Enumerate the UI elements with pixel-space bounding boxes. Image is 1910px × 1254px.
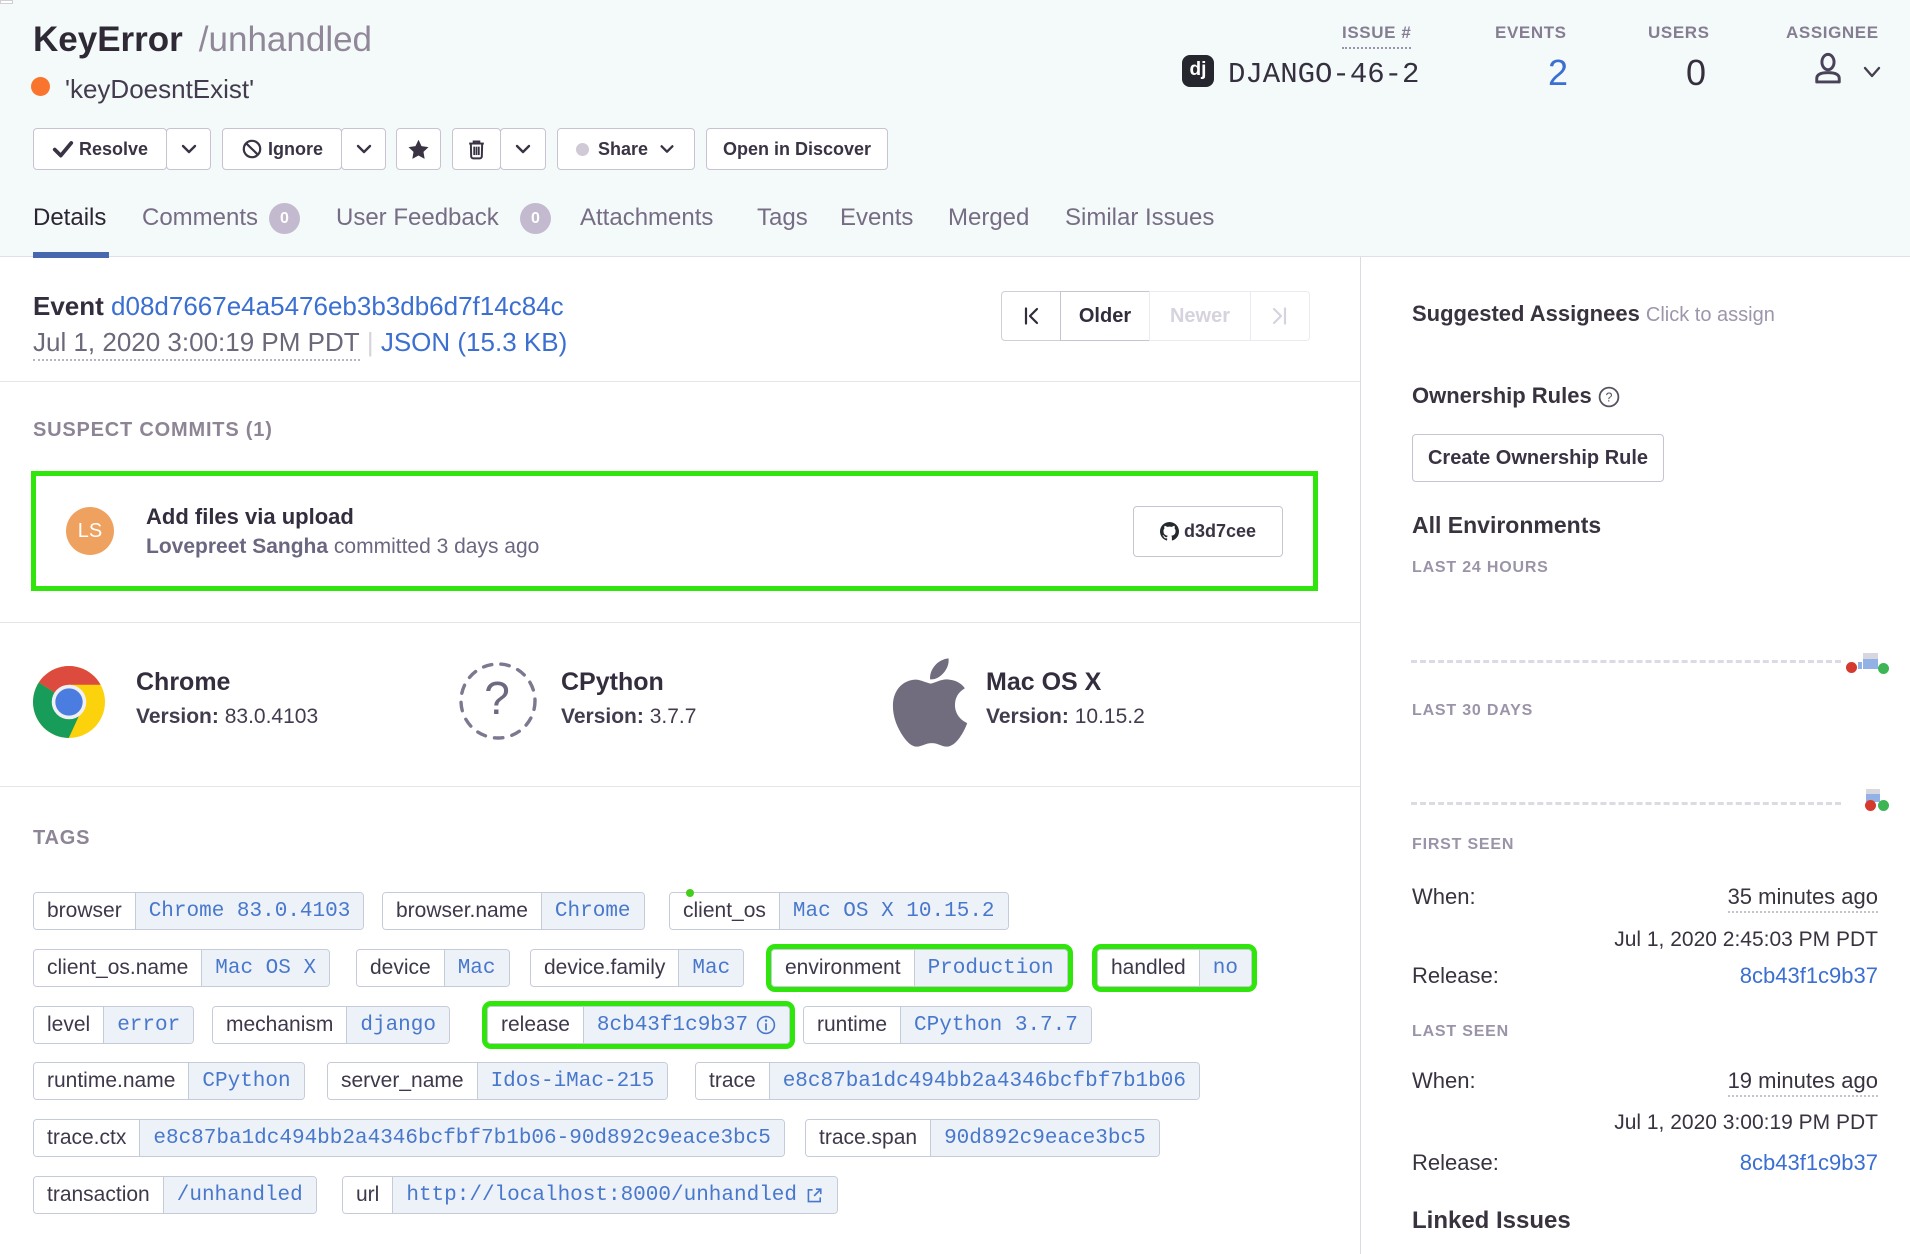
svg-text:?: ? <box>1606 390 1613 404</box>
svg-text:?: ? <box>484 672 510 724</box>
